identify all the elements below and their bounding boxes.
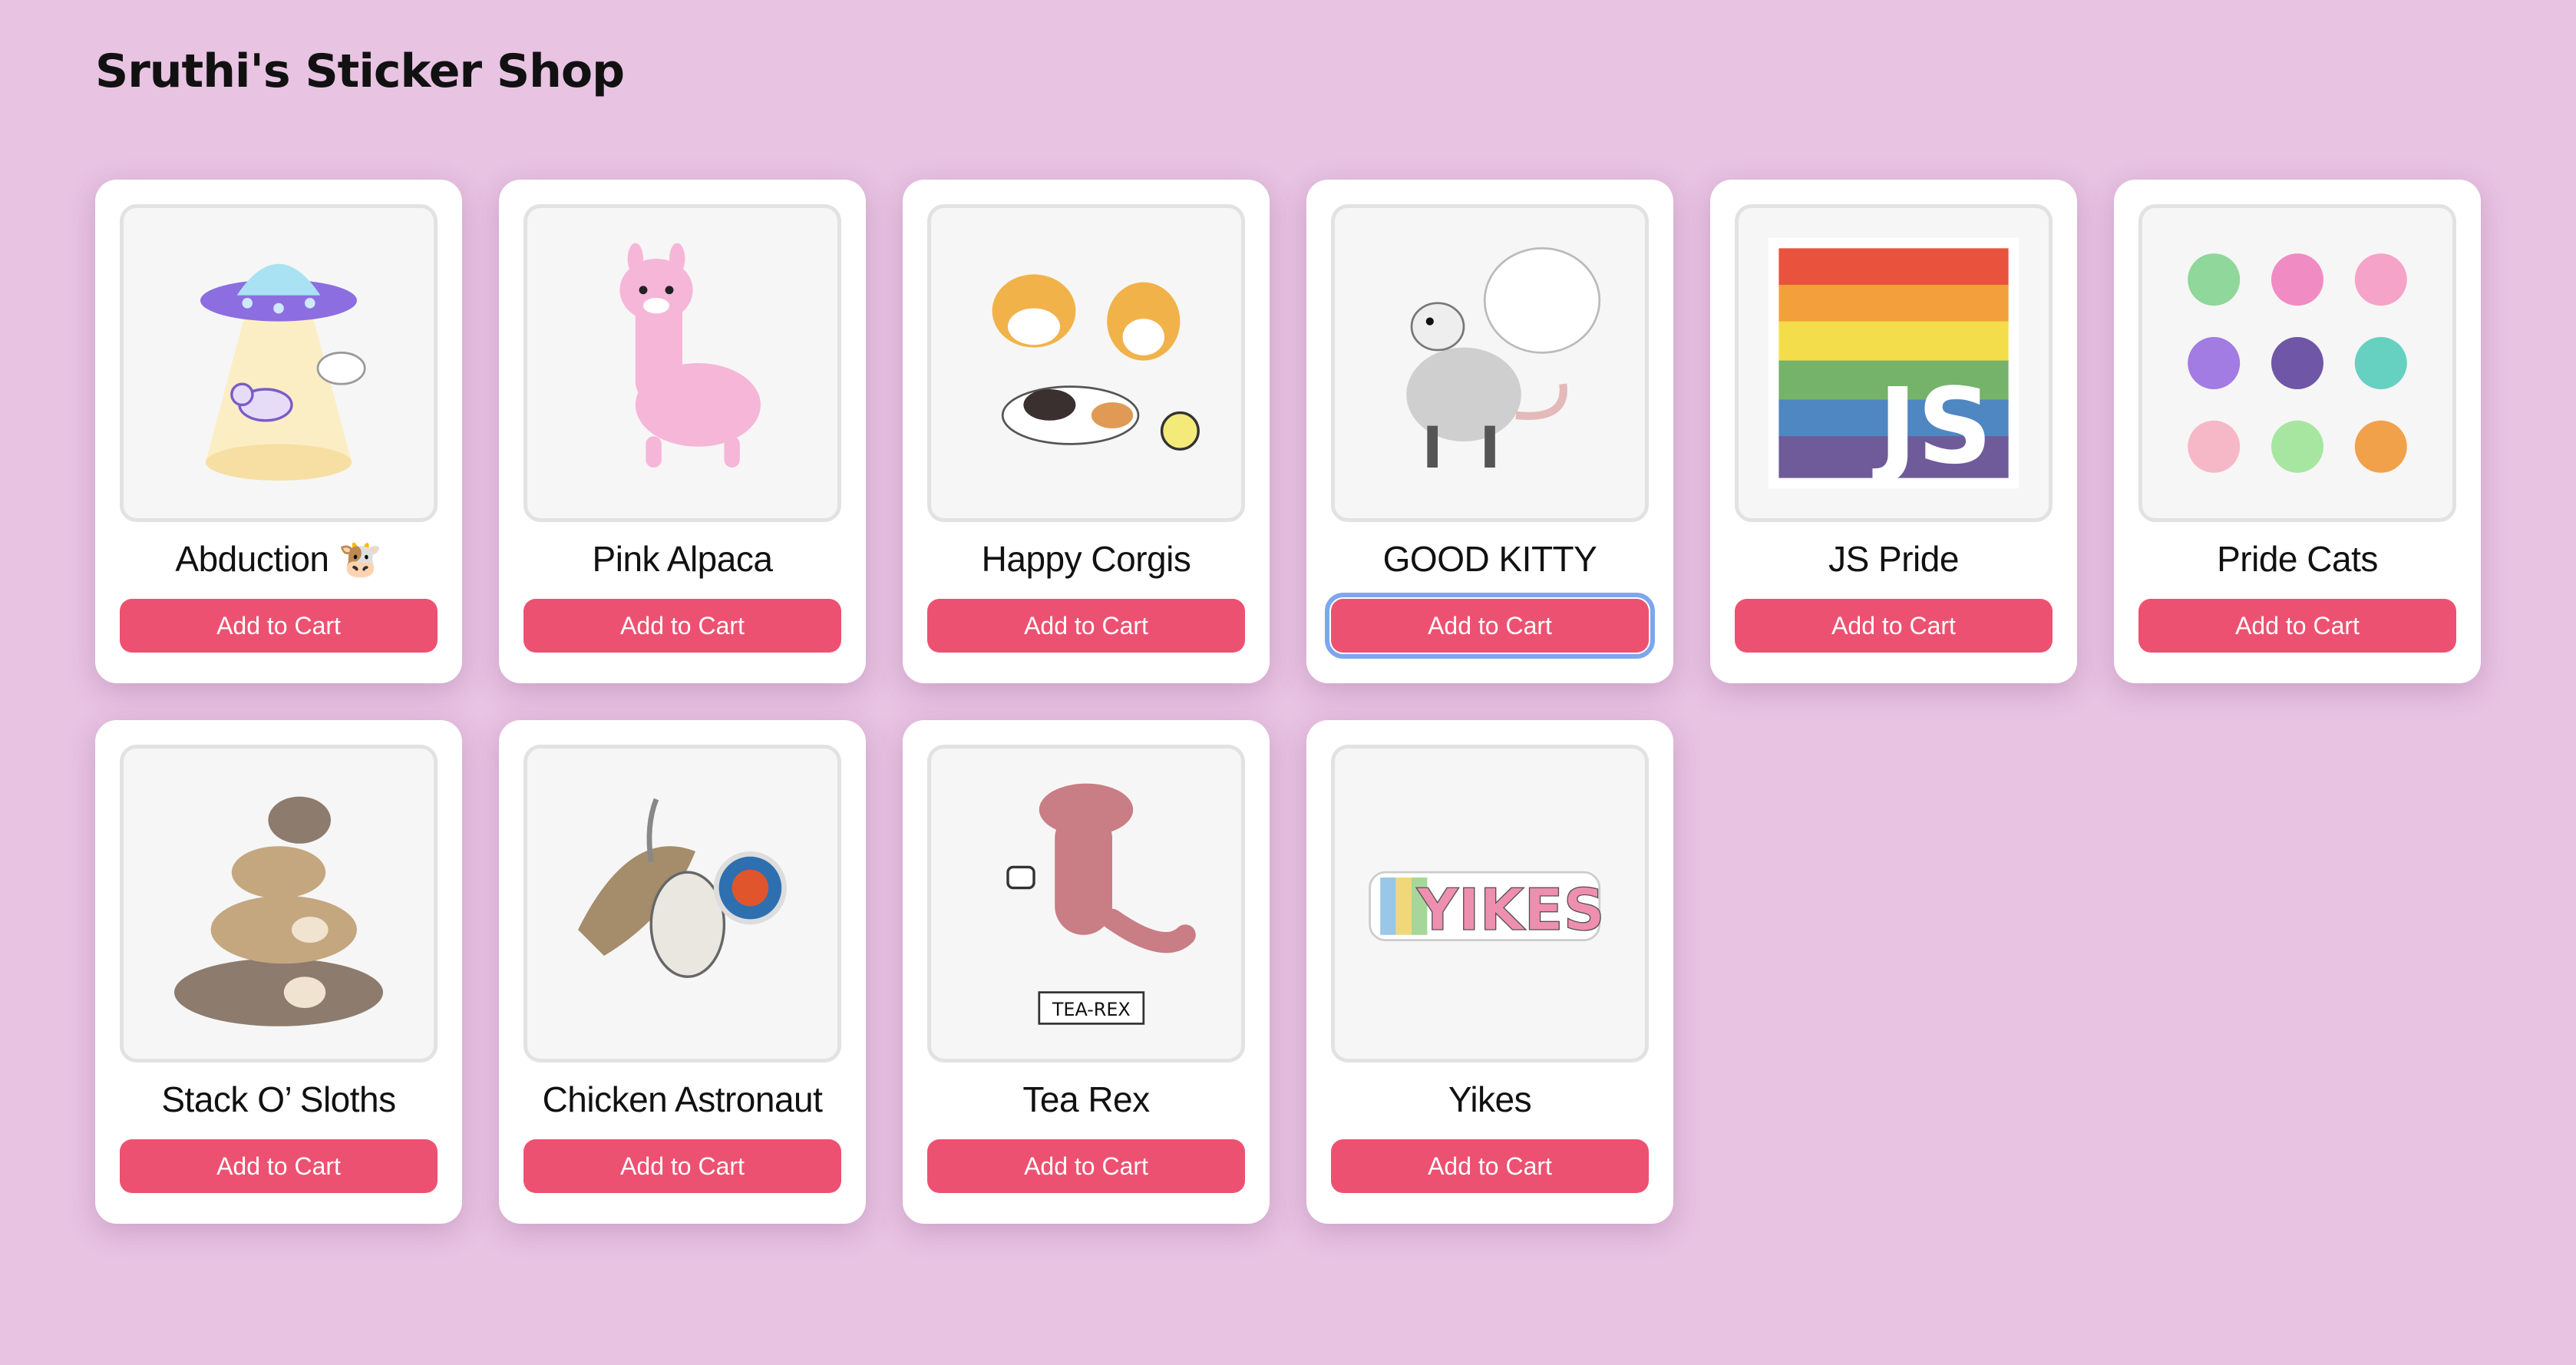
product-name: Pink Alpaca <box>592 539 773 579</box>
product-card: Happy Corgis Add to Cart <box>903 180 1270 683</box>
product-image <box>927 204 1245 522</box>
add-to-cart-button[interactable]: Add to Cart <box>927 599 1245 653</box>
product-name: Yikes <box>1448 1079 1532 1119</box>
product-name: JS Pride <box>1828 539 1959 579</box>
product-card: Abduction 🐮 Add to Cart <box>95 180 462 683</box>
product-name: Abduction 🐮 <box>175 539 382 579</box>
product-name: GOOD KITTY <box>1382 539 1597 579</box>
js-rainbow-sticker-icon: JS <box>1768 237 2020 489</box>
add-to-cart-button[interactable]: Add to Cart <box>120 1139 438 1193</box>
tea-rex-sticker-icon: TEA-REX <box>1006 783 1196 1025</box>
product-card: TEA-REX Tea Rex Add to Cart <box>903 720 1270 1224</box>
sloths-sticker-icon <box>174 796 383 1026</box>
product-image: TEA-REX <box>927 745 1245 1063</box>
product-card: JS JS Pride Add to Cart <box>1710 180 2077 683</box>
corgis-sticker-icon <box>992 274 1200 451</box>
yikes-sticker-icon: YIKES <box>1369 871 1605 944</box>
add-to-cart-button[interactable]: Add to Cart <box>523 599 841 653</box>
product-card: Stack O’ Sloths Add to Cart <box>95 720 462 1224</box>
product-name: Tea Rex <box>1022 1079 1150 1119</box>
product-image: YIKES <box>1331 745 1649 1063</box>
product-image: JS <box>1735 204 2053 522</box>
product-image <box>2138 204 2456 522</box>
add-to-cart-button[interactable]: Add to Cart <box>1331 1139 1649 1193</box>
add-to-cart-button[interactable]: Add to Cart <box>927 1139 1245 1193</box>
add-to-cart-button[interactable]: Add to Cart <box>523 1139 841 1193</box>
product-image <box>523 745 841 1063</box>
product-card: YIKES Yikes Add to Cart <box>1306 720 1673 1224</box>
product-name: Happy Corgis <box>981 539 1191 579</box>
add-to-cart-button[interactable]: Add to Cart <box>120 599 438 653</box>
add-to-cart-button[interactable]: Add to Cart <box>2138 599 2456 653</box>
add-to-cart-button[interactable]: Add to Cart <box>1735 599 2053 653</box>
opossum-sticker-icon <box>1406 247 1601 468</box>
ufo-cow-sticker-icon <box>200 263 366 481</box>
product-name: Stack O’ Sloths <box>161 1079 396 1119</box>
chicken-astronaut-sticker-icon <box>578 798 787 978</box>
product-name: Pride Cats <box>2217 539 2378 579</box>
product-card: Pink Alpaca Add to Cart <box>499 180 866 683</box>
rainbow-cats-sticker-icon <box>2188 253 2407 473</box>
shop-title: Sruthi's Sticker Shop <box>95 45 625 98</box>
product-card: Chicken Astronaut Add to Cart <box>499 720 866 1224</box>
product-image <box>120 204 438 522</box>
product-name: Chicken Astronaut <box>542 1079 823 1119</box>
product-card: GOOD KITTY Add to Cart <box>1306 180 1673 683</box>
product-image <box>523 204 841 522</box>
product-image <box>120 745 438 1063</box>
svg-text:JS: JS <box>1872 366 1993 488</box>
add-to-cart-button[interactable]: Add to Cart <box>1325 593 1655 659</box>
svg-text:TEA-REX: TEA-REX <box>1052 999 1131 1020</box>
product-image <box>1331 204 1649 522</box>
svg-text:YIKES: YIKES <box>1416 877 1605 944</box>
sticker-grid: Abduction 🐮 Add to Cart Pink Alpaca Add … <box>95 180 2481 1224</box>
product-card: Pride Cats Add to Cart <box>2114 180 2481 683</box>
pink-alpaca-sticker-icon <box>619 243 761 468</box>
